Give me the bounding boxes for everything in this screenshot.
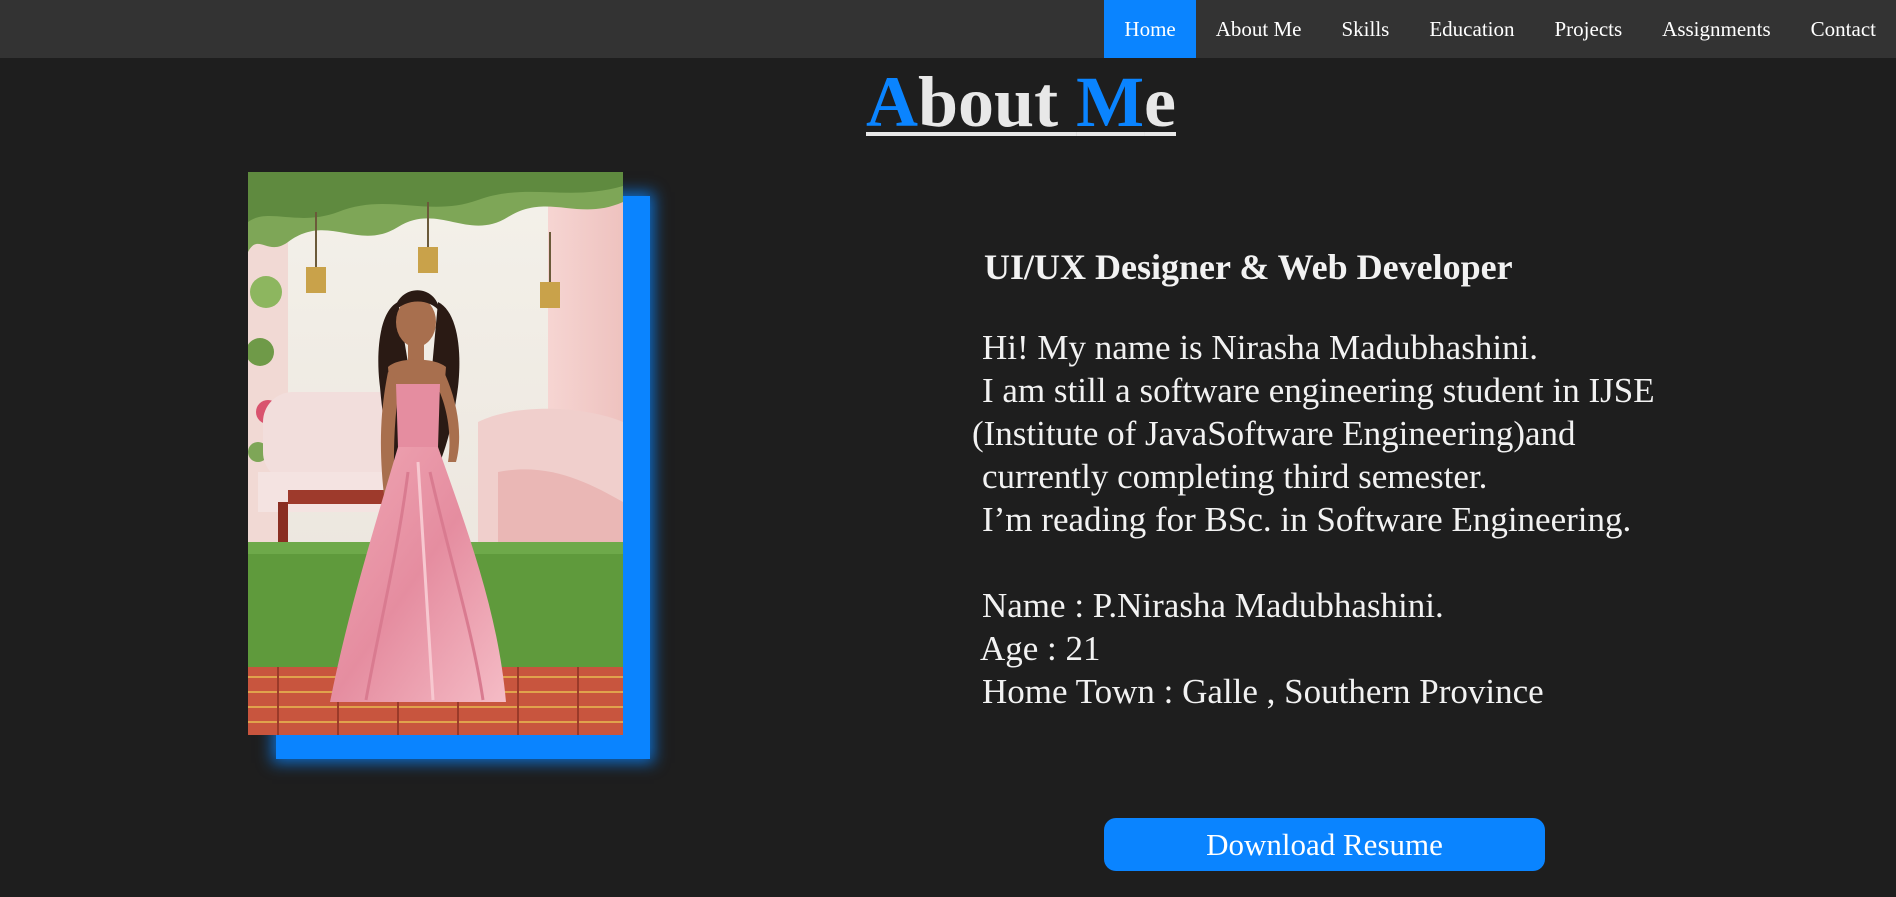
detail-name: Name : P.Nirasha Madubhashini.	[982, 586, 1444, 625]
download-resume-button[interactable]: Download Resume	[1104, 818, 1545, 871]
title-accent-a: A	[866, 62, 918, 142]
detail-hometown: Home Town : Galle , Southern Province	[982, 672, 1544, 711]
bio-line: currently completing third semester.	[982, 457, 1488, 496]
nav-item-skills[interactable]: Skills	[1322, 0, 1410, 58]
bio-line: Hi! My name is Nirasha Madubhashini.	[982, 328, 1539, 367]
nav-item-projects[interactable]: Projects	[1535, 0, 1643, 58]
title-text-e: e	[1144, 62, 1176, 142]
nav-item-about-me[interactable]: About Me	[1196, 0, 1322, 58]
bio-paragraph: Hi! My name is Nirasha Madubhashini. I a…	[972, 326, 1852, 541]
bio-line: I am still a software engineering studen…	[982, 371, 1655, 410]
page-title: About Me	[0, 62, 1896, 142]
detail-age: Age : 21	[980, 629, 1101, 668]
profile-photo	[248, 172, 623, 735]
nav-item-contact[interactable]: Contact	[1791, 0, 1896, 58]
nav-item-education[interactable]: Education	[1409, 0, 1534, 58]
top-navbar: Home About Me Skills Education Projects …	[0, 0, 1896, 58]
nav-list: Home About Me Skills Education Projects …	[1104, 0, 1896, 58]
nav-item-assignments[interactable]: Assignments	[1642, 0, 1791, 58]
profile-photo-illustration	[248, 172, 623, 735]
bio-line: I’m reading for BSc. in Software Enginee…	[982, 500, 1632, 539]
about-content: UI/UX Designer & Web Developer Hi! My na…	[972, 240, 1852, 713]
bio-line: (Institute of JavaSoftware Engineering)a…	[972, 414, 1576, 453]
nav-item-home[interactable]: Home	[1104, 0, 1196, 58]
personal-details: Name : P.Nirasha Madubhashini. Age : 21 …	[972, 584, 1852, 713]
role-heading: UI/UX Designer & Web Developer	[984, 247, 1513, 287]
title-accent-m: M	[1076, 62, 1145, 142]
title-text-bout: bout	[918, 62, 1077, 142]
